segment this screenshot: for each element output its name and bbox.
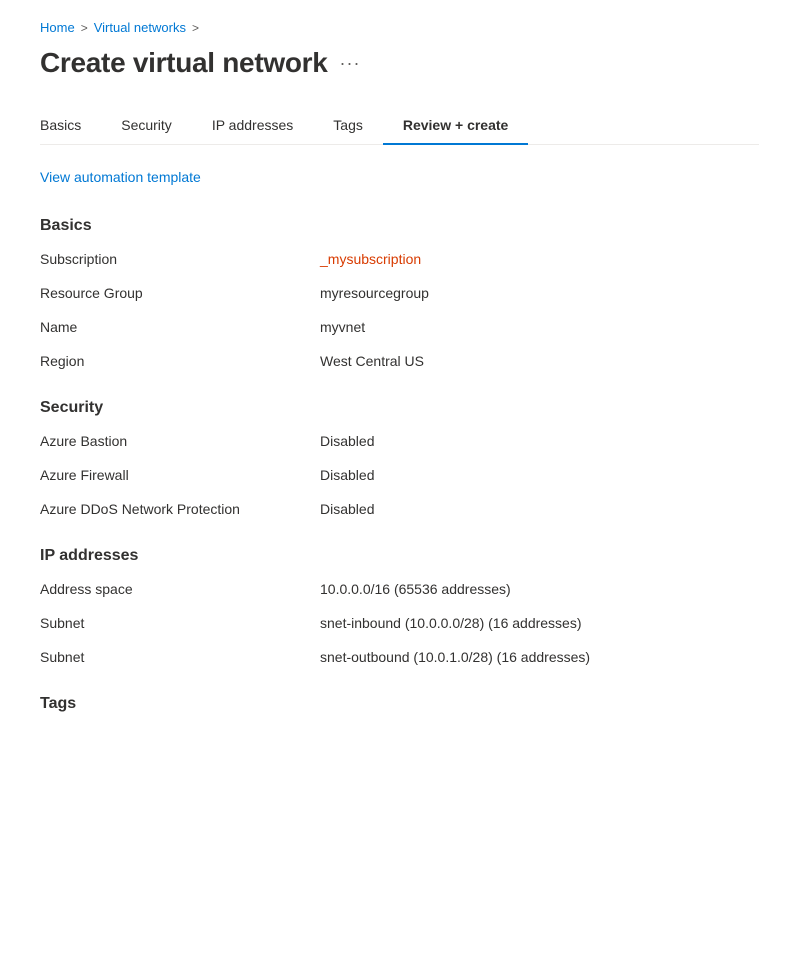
tab-basics[interactable]: Basics <box>40 107 101 145</box>
address-space-label: Address space <box>40 581 320 597</box>
breadcrumb: Home > Virtual networks > <box>40 20 759 35</box>
tabs-container: Basics Security IP addresses Tags Review… <box>40 107 759 145</box>
subnet-outbound-label: Subnet <box>40 649 320 665</box>
subscription-value: _mysubscription <box>320 251 759 267</box>
page-title-row: Create virtual network ··· <box>40 47 759 79</box>
tab-tags[interactable]: Tags <box>313 107 383 145</box>
page-title: Create virtual network <box>40 47 328 79</box>
field-resource-group: Resource Group myresourcegroup <box>40 285 759 307</box>
tab-review-create[interactable]: Review + create <box>383 107 528 145</box>
name-label: Name <box>40 319 320 335</box>
region-value: West Central US <box>320 353 759 369</box>
section-tags: Tags <box>40 695 759 713</box>
field-name: Name myvnet <box>40 319 759 341</box>
breadcrumb-separator-1: > <box>81 21 88 35</box>
field-subnet-outbound: Subnet snet-outbound (10.0.1.0/28) (16 a… <box>40 649 759 671</box>
section-ip-addresses: IP addresses Address space 10.0.0.0/16 (… <box>40 547 759 671</box>
section-basics: Basics Subscription _mysubscription Reso… <box>40 217 759 375</box>
region-label: Region <box>40 353 320 369</box>
field-azure-bastion: Azure Bastion Disabled <box>40 433 759 455</box>
tags-section-title: Tags <box>40 695 759 713</box>
azure-bastion-value: Disabled <box>320 433 759 449</box>
azure-firewall-label: Azure Firewall <box>40 467 320 483</box>
field-azure-ddos: Azure DDoS Network Protection Disabled <box>40 501 759 523</box>
more-options-button[interactable]: ··· <box>340 53 361 74</box>
security-section-title: Security <box>40 399 759 417</box>
page-container: Home > Virtual networks > Create virtual… <box>0 0 799 777</box>
field-azure-firewall: Azure Firewall Disabled <box>40 467 759 489</box>
view-automation-template-link[interactable]: View automation template <box>40 169 201 185</box>
breadcrumb-home[interactable]: Home <box>40 20 75 35</box>
breadcrumb-separator-2: > <box>192 21 199 35</box>
tab-security[interactable]: Security <box>101 107 192 145</box>
basics-section-title: Basics <box>40 217 759 235</box>
address-space-value: 10.0.0.0/16 (65536 addresses) <box>320 581 759 597</box>
ip-addresses-section-title: IP addresses <box>40 547 759 565</box>
resource-group-value: myresourcegroup <box>320 285 759 301</box>
azure-ddos-label: Azure DDoS Network Protection <box>40 501 320 517</box>
subnet-inbound-label: Subnet <box>40 615 320 631</box>
field-region: Region West Central US <box>40 353 759 375</box>
tab-ip-addresses[interactable]: IP addresses <box>192 107 313 145</box>
field-subscription: Subscription _mysubscription <box>40 251 759 273</box>
subnet-outbound-value: snet-outbound (10.0.1.0/28) (16 addresse… <box>320 649 759 665</box>
subscription-label: Subscription <box>40 251 320 267</box>
field-address-space: Address space 10.0.0.0/16 (65536 address… <box>40 581 759 603</box>
breadcrumb-virtual-networks[interactable]: Virtual networks <box>94 20 186 35</box>
section-security: Security Azure Bastion Disabled Azure Fi… <box>40 399 759 523</box>
resource-group-label: Resource Group <box>40 285 320 301</box>
subnet-inbound-value: snet-inbound (10.0.0.0/28) (16 addresses… <box>320 615 759 631</box>
azure-ddos-value: Disabled <box>320 501 759 517</box>
azure-bastion-label: Azure Bastion <box>40 433 320 449</box>
field-subnet-inbound: Subnet snet-inbound (10.0.0.0/28) (16 ad… <box>40 615 759 637</box>
azure-firewall-value: Disabled <box>320 467 759 483</box>
name-value: myvnet <box>320 319 759 335</box>
